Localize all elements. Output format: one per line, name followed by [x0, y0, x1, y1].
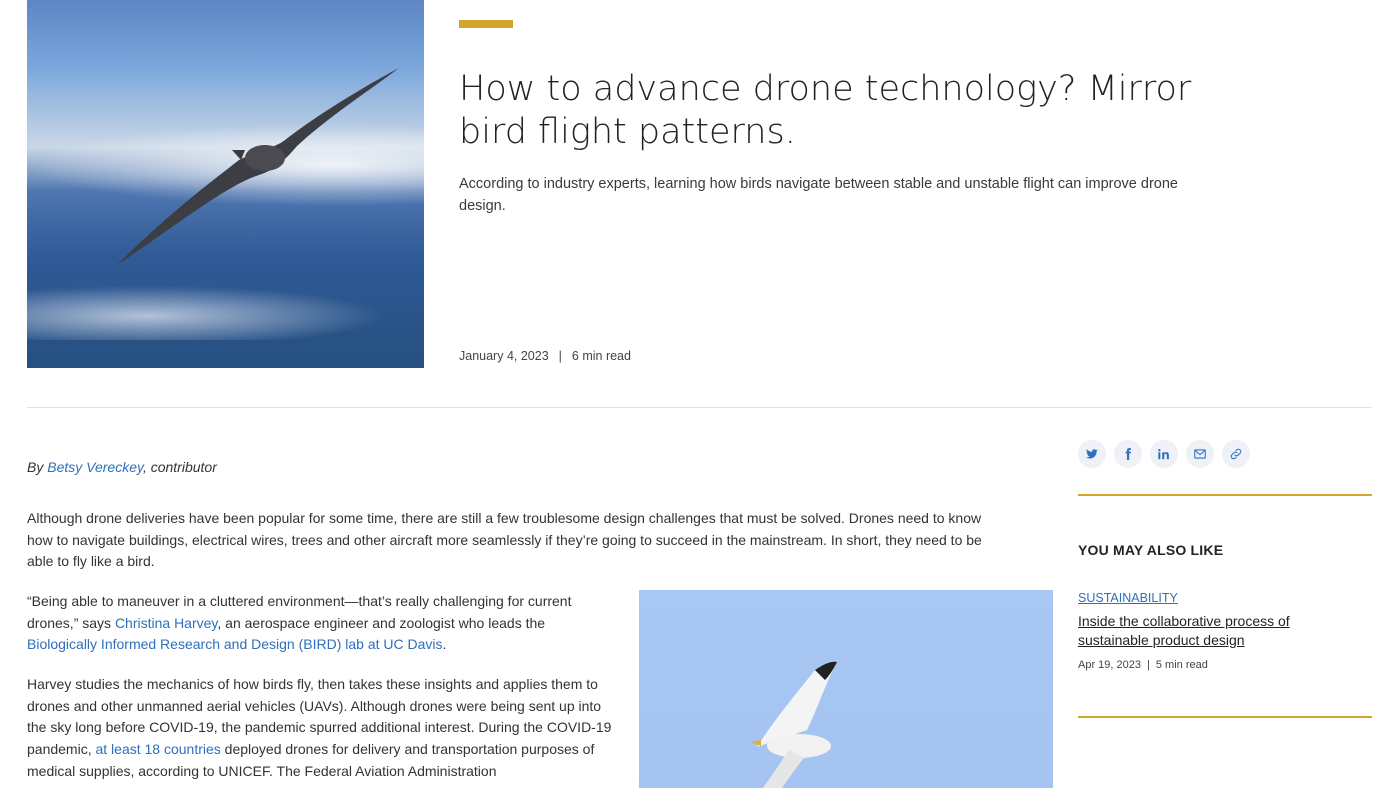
email-icon[interactable] [1186, 440, 1214, 468]
related-article-date: Apr 19, 2023 [1078, 659, 1141, 671]
gull-illustration [751, 661, 837, 788]
p2-text-b: , an aerospace engineer and zoologist wh… [217, 614, 546, 631]
article-dek: According to industry experts, learning … [459, 176, 1178, 214]
related-article-meta: Apr 19, 2023 | 5 min read [1078, 659, 1208, 671]
article-meta: January 4, 2023 | 6 min read [459, 349, 631, 363]
you-may-also-like-heading: YOU MAY ALSO LIKE [1078, 542, 1224, 558]
article-date: January 4, 2023 [459, 349, 549, 363]
body-paragraph-1: Although drone deliveries have been popu… [27, 510, 982, 570]
p2-text-c: . [442, 636, 447, 653]
title-accent-bar [459, 20, 513, 28]
bird-lab-link[interactable]: Biologically Informed Research and Desig… [27, 636, 443, 652]
author-link[interactable]: Betsy Vereckey [47, 459, 143, 475]
article-title: How to advance drone technology? Mirror … [459, 69, 1192, 152]
article-read-time: 6 min read [571, 349, 631, 363]
related-meta-separator: | [1147, 659, 1150, 671]
section-divider [27, 407, 1372, 408]
link-icon[interactable] [1222, 440, 1250, 468]
share-bar [1078, 440, 1250, 468]
sidebar-top-rule [1078, 494, 1372, 496]
related-article-category[interactable]: SUSTAINABILITY [1078, 591, 1178, 605]
related-article-read-time: 5 min read [1155, 659, 1208, 671]
bird-illustration [117, 68, 399, 265]
sidebar-bottom-rule [1078, 716, 1372, 718]
twitter-icon[interactable] [1078, 440, 1106, 468]
eighteen-countries-link[interactable]: at least 18 countries [95, 741, 220, 757]
hero-image [27, 0, 424, 368]
inline-gull-image [639, 590, 1053, 788]
linkedin-icon[interactable] [1150, 440, 1178, 468]
facebook-icon[interactable] [1114, 440, 1142, 468]
body-paragraph-3: Harvey studies the mechanics of how bird… [27, 674, 612, 783]
byline: By Betsy Vereckey, contributor [27, 459, 217, 475]
related-article-title[interactable]: Inside the collaborative process of sust… [1078, 612, 1338, 649]
byline-prefix: By [27, 459, 48, 475]
christina-harvey-link[interactable]: Christina Harvey [115, 615, 217, 631]
meta-separator: | [558, 349, 562, 363]
byline-suffix: , contributor [142, 459, 217, 475]
body-paragraph-2: “Being able to maneuver in a cluttered e… [27, 591, 612, 656]
